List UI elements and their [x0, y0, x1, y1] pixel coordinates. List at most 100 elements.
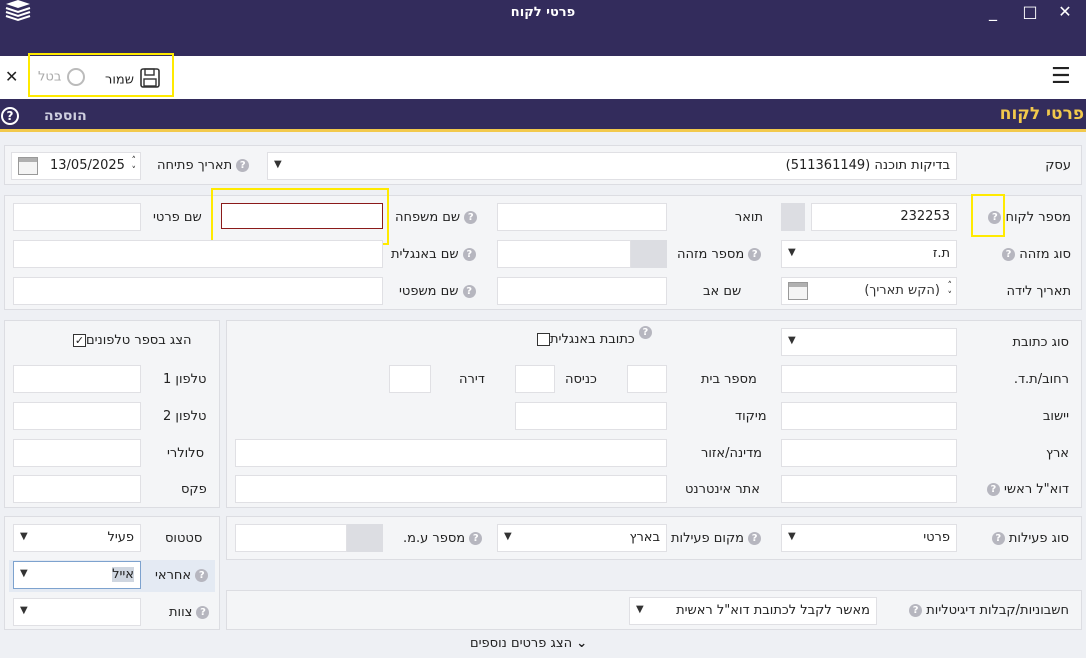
cancel-label: בטל — [38, 69, 62, 85]
id-type-label: סוג מזהה ? — [1002, 247, 1071, 262]
state-input[interactable] — [235, 439, 667, 467]
open-date-value: 13/05/2025 — [50, 158, 125, 173]
phone2-input[interactable] — [13, 402, 141, 430]
fax-input[interactable] — [13, 475, 141, 503]
english-address-checkbox[interactable]: ? כתובת באנגלית — [537, 326, 652, 347]
id-type-select[interactable]: ת.ז ▼ — [781, 240, 957, 268]
help-icon: ? — [462, 285, 476, 298]
add-link[interactable]: הוספה — [44, 108, 87, 124]
address-type-select[interactable]: ▼ — [781, 328, 957, 356]
phone2-label: טלפון 2 — [163, 409, 207, 424]
city-label: יישוב — [1042, 409, 1069, 424]
close-form-button[interactable]: ✕ — [5, 67, 18, 86]
vat-number-label: ? מספר ע.מ. — [403, 531, 483, 546]
birth-date-label: תאריך לידה — [1006, 284, 1071, 299]
minimize-button[interactable]: _ — [980, 2, 1006, 24]
activity-place-select[interactable]: בארץ ▼ — [497, 524, 667, 552]
invoices-label: חשבוניות/קבלות דיגיטליות ? — [909, 603, 1069, 618]
help-icon: ? — [1002, 248, 1016, 261]
more-details-link[interactable]: ⌄ הצג פרטים נוספים — [470, 636, 587, 651]
help-icon: ? — [196, 606, 210, 619]
help-icon: ? — [195, 569, 209, 582]
activity-panel: סוג פעילות ? פרטי ▼ ? מקום פעילות בארץ ▼… — [226, 516, 1082, 560]
customer-number-input[interactable]: 232253 — [811, 203, 957, 231]
business-select[interactable]: בדיקות תוכנה (511361149) ▼ — [267, 152, 957, 180]
status-select[interactable]: פעיל ▼ — [13, 524, 141, 552]
title-input[interactable] — [497, 203, 667, 231]
calendar-icon[interactable] — [18, 157, 38, 175]
english-name-input[interactable] — [13, 240, 383, 268]
vat-number-input[interactable] — [235, 524, 347, 552]
help-icon[interactable]: ? — [1, 107, 19, 125]
zip-input[interactable] — [515, 402, 667, 430]
email-label: דוא"ל ראשי ? — [986, 482, 1069, 497]
chevron-down-icon: ▼ — [788, 335, 796, 346]
street-input[interactable] — [781, 365, 957, 393]
fax-label: פקס — [181, 482, 207, 497]
status-panel: סטטוס פעיל ▼ ? אחראי אייל ▼ ? צוות ▼ — [4, 516, 220, 630]
website-label: אתר אינטרנט — [685, 482, 760, 497]
cancel-button[interactable]: בטל — [38, 68, 86, 86]
vat-number-button[interactable] — [347, 524, 383, 552]
more-details-label: הצג פרטים נוספים — [470, 636, 573, 651]
show-in-phonebook-checkbox[interactable]: הצג בספר טלפונים✓ — [73, 333, 191, 348]
mobile-input[interactable] — [13, 439, 141, 467]
father-name-input[interactable] — [497, 277, 667, 305]
spinner-icon[interactable]: ˄ ˅ — [948, 281, 953, 301]
birth-date-input[interactable]: (הקש תאריך) ˄ ˅ — [781, 277, 957, 305]
help-icon: ? — [462, 248, 476, 261]
menu-icon[interactable]: ☰ — [1051, 64, 1071, 89]
country-input[interactable] — [781, 439, 957, 467]
window-close-button[interactable]: ✕ — [1052, 2, 1078, 24]
save-button[interactable]: שמור — [105, 68, 160, 92]
legal-name-label: ? שם משפטי — [399, 284, 476, 299]
help-icon: ? — [909, 604, 923, 617]
country-label: ארץ — [1045, 446, 1069, 461]
phone1-input[interactable] — [13, 365, 141, 393]
status-value: פעיל — [107, 530, 134, 545]
english-name-label: ? שם באנגלית — [391, 247, 476, 262]
checkbox-icon[interactable] — [537, 333, 550, 346]
customer-number-button[interactable] — [781, 203, 805, 231]
activity-place-label: ? מקום פעילות — [671, 531, 762, 546]
website-input[interactable] — [235, 475, 667, 503]
open-date-input[interactable]: 13/05/2025 ˄ ˅ — [11, 152, 141, 180]
invoices-select[interactable]: מאשר לקבל לכתובת דוא"ל ראשית ▼ — [629, 597, 877, 625]
address-type-label: סוג כתובת — [1012, 335, 1070, 350]
activity-type-select[interactable]: פרטי ▼ — [781, 524, 957, 552]
activity-type-value: פרטי — [923, 530, 950, 545]
entrance-input[interactable] — [515, 365, 555, 393]
id-number-input[interactable] — [497, 240, 631, 268]
team-select[interactable]: ▼ — [13, 598, 141, 626]
apartment-input[interactable] — [389, 365, 431, 393]
phone1-label: טלפון 1 — [163, 372, 207, 387]
email-input[interactable] — [781, 475, 957, 503]
personal-panel: מספר לקוח ? 232253 תואר ? שם משפחה שם פר… — [4, 188, 1082, 310]
house-number-input[interactable] — [627, 365, 667, 393]
id-number-button[interactable] — [631, 240, 667, 268]
legal-name-input[interactable] — [13, 277, 383, 305]
chevron-down-icon: ⌄ — [576, 636, 588, 651]
apartment-label: דירה — [459, 372, 485, 387]
help-icon: ? — [236, 159, 250, 172]
spinner-icon[interactable]: ˄ ˅ — [132, 156, 137, 176]
team-label: ? צוות — [169, 605, 210, 620]
first-name-input[interactable] — [13, 203, 141, 231]
business-value: בדיקות תוכנה (511361149) — [785, 158, 950, 173]
father-name-label: שם אב — [703, 284, 742, 299]
first-name-label: שם פרטי — [153, 210, 202, 225]
help-icon: ? — [748, 532, 762, 545]
maximize-button[interactable]: □ — [1017, 2, 1043, 24]
highlight-box — [211, 188, 389, 245]
open-date-label: ? תאריך פתיחה — [157, 158, 250, 173]
section-header: ? הוספה פרטי לקוח — [0, 99, 1086, 132]
zip-label: מיקוד — [735, 409, 767, 424]
toolbar: ✕ בטל שמור ☰ — [0, 53, 1086, 99]
checkbox-checked-icon[interactable]: ✓ — [73, 334, 86, 347]
chevron-down-icon: ▼ — [274, 159, 282, 170]
city-input[interactable] — [781, 402, 957, 430]
responsible-select[interactable]: אייל ▼ — [13, 561, 141, 589]
id-number-label: ? מספר מזהה — [677, 247, 762, 262]
calendar-icon[interactable] — [788, 282, 808, 300]
phones-panel: הצג בספר טלפונים✓ טלפון 1 טלפון 2 סלולרי… — [4, 320, 220, 508]
